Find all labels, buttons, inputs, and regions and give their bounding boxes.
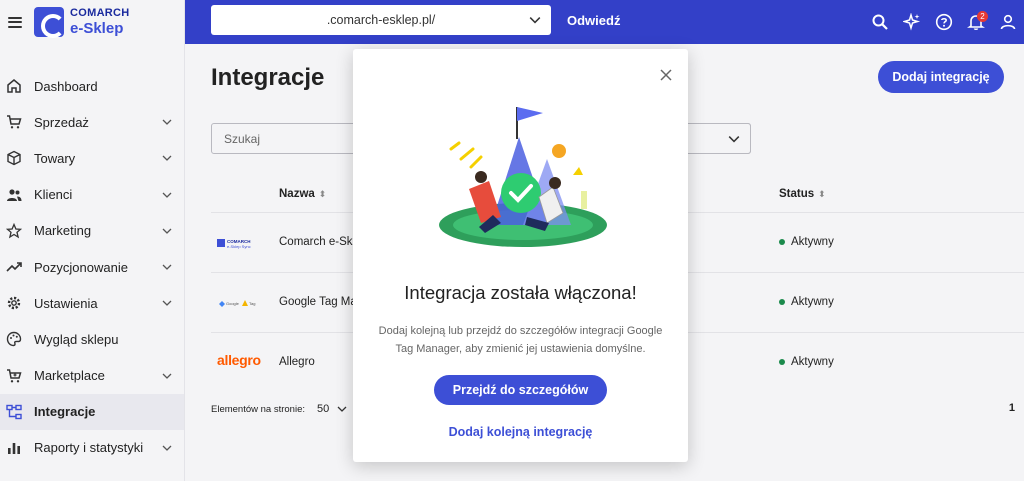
add-another-integration-link[interactable]: Dodaj kolejną integrację [353, 425, 688, 439]
success-modal: Integracja została włączona! Dodaj kolej… [353, 49, 688, 462]
modal-description: Dodaj kolejną lub przejdź do szczegółów … [378, 325, 663, 355]
success-illustration [439, 107, 607, 247]
modal-title: Integracja została włączona! [404, 282, 637, 303]
close-icon[interactable] [658, 67, 674, 83]
go-to-details-button[interactable]: Przejdź do szczegółów [434, 375, 607, 405]
